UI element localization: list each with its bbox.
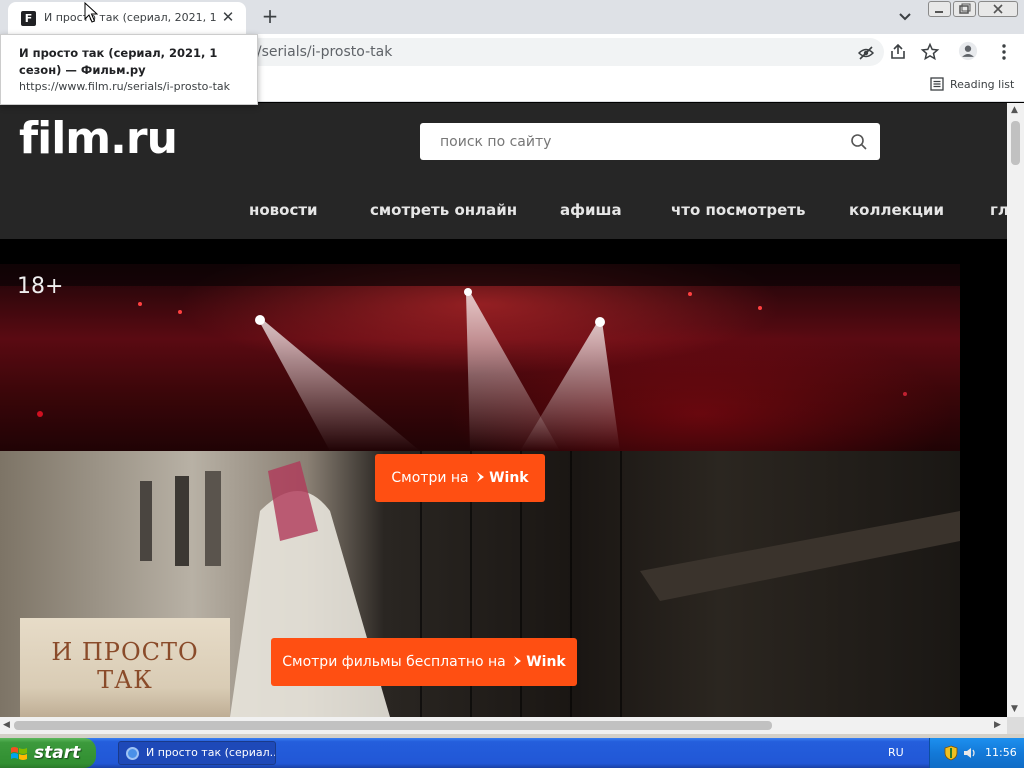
language-indicator[interactable]: RU bbox=[888, 746, 904, 759]
restore-icon bbox=[959, 3, 971, 14]
series-poster[interactable]: И ПРОСТО ТАК bbox=[20, 618, 230, 717]
start-label: start bbox=[34, 743, 81, 763]
window-restore-button[interactable] bbox=[953, 1, 976, 17]
stage-lights-illustration bbox=[0, 264, 960, 451]
scroll-right-arrow-icon[interactable]: ▶ bbox=[994, 720, 1001, 730]
reading-list-label: Reading list bbox=[950, 78, 1015, 91]
tab-title: И просто так (сериал, 2021, 1 сезон) — Ф… bbox=[44, 11, 218, 24]
taskbar-item-browser[interactable]: И просто так (сериал... bbox=[118, 741, 276, 765]
scroll-left-arrow-icon[interactable]: ◀ bbox=[3, 720, 10, 730]
share-icon[interactable] bbox=[888, 42, 908, 62]
site-search bbox=[420, 123, 880, 160]
reading-list-button[interactable]: Reading list bbox=[930, 77, 1014, 91]
url-text: u/serials/i-prosto-tak bbox=[248, 44, 393, 60]
watch-free-on-wink-button[interactable]: Смотри фильмы бесплатно на Wink bbox=[271, 638, 577, 686]
clock: 11:56 bbox=[985, 746, 1017, 759]
site-logo[interactable]: film.ru bbox=[19, 113, 178, 164]
mouse-cursor-icon bbox=[84, 2, 98, 23]
scroll-down-arrow-icon[interactable]: ▼ bbox=[1011, 704, 1018, 714]
tooltip-title: И просто так (сериал, 2021, 1 сезон) — Ф… bbox=[19, 46, 218, 77]
wink-logo-icon bbox=[514, 656, 522, 666]
site-header: film.ru новости смотреть онлайн афиша чт… bbox=[0, 103, 1007, 239]
film-ru-favicon-icon: F bbox=[21, 11, 36, 26]
cta-brand: Wink bbox=[489, 470, 529, 486]
nav-item-watch-online[interactable]: смотреть онлайн bbox=[370, 201, 517, 219]
windows-flag-icon bbox=[11, 747, 27, 760]
tab-active[interactable]: F И просто так (сериал, 2021, 1 сезон) —… bbox=[8, 2, 246, 34]
nav-item-truncated[interactable]: гл bbox=[990, 201, 1007, 219]
more-menu-icon[interactable] bbox=[994, 42, 1014, 62]
tooltip-url: https://www.film.ru/serials/i-prosto-tak bbox=[19, 80, 231, 93]
chrome-icon bbox=[126, 747, 139, 760]
close-tab-icon[interactable]: ✕ bbox=[219, 8, 237, 26]
scroll-up-arrow-icon[interactable]: ▲ bbox=[1011, 105, 1018, 115]
volume-icon[interactable] bbox=[962, 745, 978, 761]
tracking-blocked-icon[interactable] bbox=[858, 45, 874, 61]
taskbar-item-label: И просто так (сериал... bbox=[146, 746, 276, 759]
start-button[interactable]: start bbox=[0, 738, 96, 768]
profile-avatar-icon[interactable] bbox=[958, 41, 978, 61]
tab-hover-tooltip: И просто так (сериал, 2021, 1 сезон) — Ф… bbox=[0, 34, 258, 105]
search-icon[interactable] bbox=[850, 133, 868, 151]
poster-title: И ПРОСТО ТАК bbox=[51, 638, 199, 694]
window-close-button[interactable] bbox=[978, 1, 1018, 17]
cta-secondary-text: Смотри фильмы бесплатно на bbox=[282, 654, 506, 670]
nav-item-afisha[interactable]: афиша bbox=[560, 201, 622, 219]
system-tray: 11:56 bbox=[929, 738, 1024, 768]
tab-strip: F И просто так (сериал, 2021, 1 сезон) —… bbox=[0, 0, 1024, 34]
main-nav: новости смотреть онлайн афиша что посмот… bbox=[0, 191, 1007, 231]
chevron-down-icon[interactable] bbox=[894, 7, 916, 27]
cta-primary-text: Смотри на bbox=[391, 470, 469, 486]
reading-list-icon bbox=[930, 77, 944, 91]
search-input[interactable] bbox=[420, 123, 840, 160]
security-shield-icon[interactable] bbox=[944, 745, 958, 761]
bookmark-star-icon[interactable] bbox=[920, 42, 940, 62]
cta-brand: Wink bbox=[526, 654, 566, 670]
hero-image-club bbox=[0, 264, 960, 451]
horizontal-scroll-thumb[interactable] bbox=[14, 721, 772, 730]
page-viewport: film.ru новости смотреть онлайн афиша чт… bbox=[0, 103, 1007, 717]
age-rating-badge: 18+ bbox=[17, 274, 64, 299]
vertical-scrollbar[interactable]: ▲ ▼ bbox=[1007, 103, 1024, 717]
window-minimize-button[interactable] bbox=[928, 1, 951, 17]
nav-item-news[interactable]: новости bbox=[249, 201, 318, 219]
minimize-icon bbox=[935, 11, 943, 13]
taskbar: start И просто так (сериал... RU 11:56 bbox=[0, 738, 1024, 768]
watch-on-wink-button[interactable]: Смотри на Wink bbox=[375, 454, 545, 502]
new-tab-button[interactable]: + bbox=[258, 5, 282, 29]
nav-item-collections[interactable]: коллекции bbox=[849, 201, 944, 219]
close-icon bbox=[993, 4, 1003, 14]
wink-logo-icon bbox=[477, 472, 485, 482]
vertical-scroll-thumb[interactable] bbox=[1011, 121, 1020, 165]
scrollbar-corner bbox=[1007, 717, 1024, 734]
horizontal-scrollbar[interactable]: ◀ ▶ bbox=[0, 717, 1007, 734]
nav-item-what-to-watch[interactable]: что посмотреть bbox=[671, 201, 805, 219]
screen: F И просто так (сериал, 2021, 1 сезон) —… bbox=[0, 0, 1024, 768]
